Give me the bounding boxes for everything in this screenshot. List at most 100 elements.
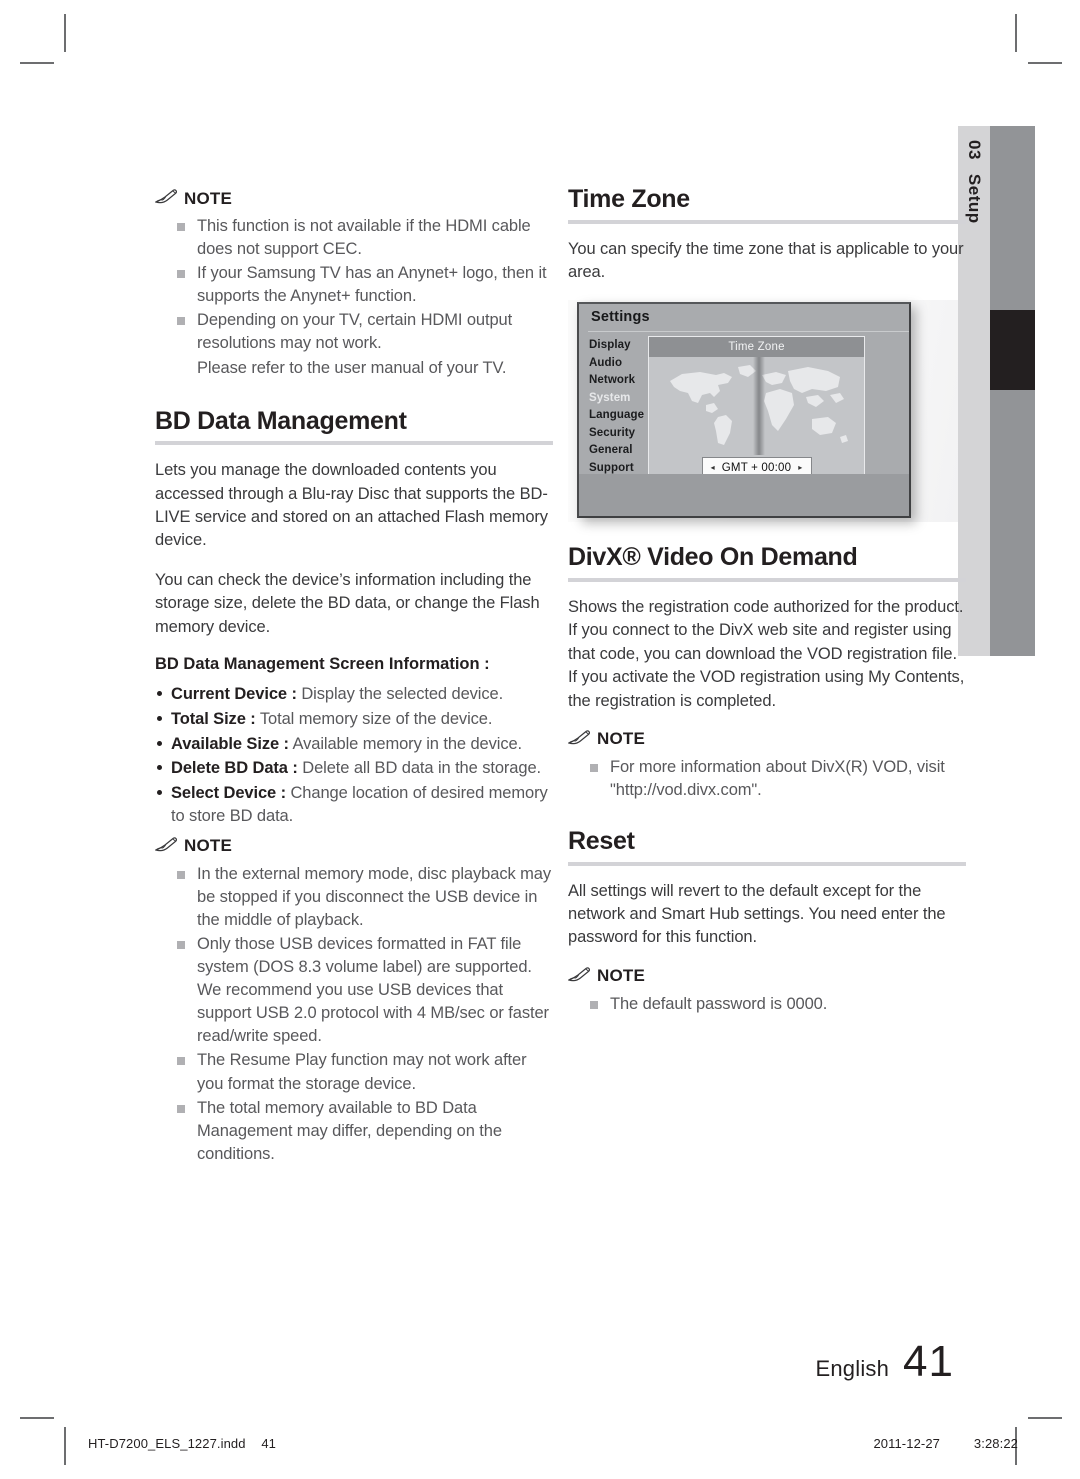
pencil-icon bbox=[567, 966, 590, 987]
list-item-term: Current Device : bbox=[171, 685, 297, 704]
page-footer-language: English 41 bbox=[815, 1337, 954, 1387]
settings-title-divider bbox=[588, 331, 909, 333]
note-item: Only those USB devices formatted in FAT … bbox=[177, 933, 553, 1048]
indd-page-number: 41 bbox=[261, 1436, 276, 1451]
page-number: 41 bbox=[903, 1337, 954, 1386]
list-item-desc: Delete all BD data in the storage. bbox=[302, 759, 542, 778]
note-label: NOTE bbox=[597, 966, 646, 986]
right-arrow-icon[interactable]: ▸ bbox=[798, 463, 802, 472]
settings-menu-item-general[interactable]: General bbox=[589, 442, 647, 460]
list-item: Total Size : Total memory size of the de… bbox=[155, 708, 553, 731]
pencil-icon bbox=[567, 729, 590, 750]
note-block-top: NOTE This function is not available if t… bbox=[154, 188, 553, 380]
note-label: NOTE bbox=[184, 188, 233, 208]
crop-mark-bottom-left-horizontal bbox=[20, 1417, 54, 1419]
prime-meridian-highlight bbox=[753, 357, 765, 456]
list-item-term: Select Device : bbox=[171, 784, 286, 803]
list-item-desc: Available memory in the device. bbox=[292, 734, 523, 753]
note-header: NOTE bbox=[567, 729, 966, 750]
crop-mark-bottom-left-vertical bbox=[64, 1427, 66, 1465]
language-label: English bbox=[815, 1356, 890, 1381]
note-list: This function is not available if the HD… bbox=[155, 215, 553, 380]
list-item-term: Total Size : bbox=[171, 709, 256, 728]
note-block-divx: NOTE For more information about DivX(R) … bbox=[567, 729, 966, 802]
settings-menu-item-audio[interactable]: Audio bbox=[589, 355, 647, 373]
note-item: For more information about DivX(R) VOD, … bbox=[590, 756, 966, 802]
time-zone-panel-title: Time Zone bbox=[649, 337, 864, 358]
settings-menu-item-security[interactable]: Security bbox=[589, 425, 647, 443]
list-item-term: Delete BD Data : bbox=[171, 759, 298, 778]
section-title-bd-data-management: BD Data Management bbox=[155, 406, 407, 435]
note-list: In the external memory mode, disc playba… bbox=[155, 863, 553, 1166]
crop-mark-top-left-vertical bbox=[64, 14, 66, 52]
note-label: NOTE bbox=[184, 836, 233, 856]
settings-screen-lower-band bbox=[579, 474, 909, 517]
note-header: NOTE bbox=[154, 836, 553, 857]
crop-mark-top-right-vertical bbox=[1015, 14, 1017, 52]
note-item: The total memory available to BD Data Ma… bbox=[177, 1097, 553, 1166]
note-item: The Resume Play function may not work af… bbox=[177, 1049, 553, 1095]
left-column: NOTE This function is not available if t… bbox=[154, 186, 553, 1180]
section-rule bbox=[155, 441, 553, 446]
list-item: Current Device : Display the selected de… bbox=[155, 683, 553, 706]
settings-screenshot: Settings Display Audio Network System La… bbox=[568, 300, 958, 523]
pencil-icon bbox=[154, 188, 177, 209]
chapter-number: 03 bbox=[965, 140, 984, 160]
settings-menu: Display Audio Network System Language Se… bbox=[589, 337, 647, 477]
paragraph: All settings will revert to the default … bbox=[568, 881, 946, 947]
crop-mark-bottom-right-horizontal bbox=[1028, 1417, 1062, 1419]
crop-mark-top-left-horizontal bbox=[20, 62, 54, 64]
section-title-reset: Reset bbox=[568, 827, 635, 856]
settings-menu-item-language[interactable]: Language bbox=[589, 407, 647, 425]
list-item: Available Size : Available memory in the… bbox=[155, 733, 553, 756]
settings-menu-item-display[interactable]: Display bbox=[589, 337, 647, 355]
note-item: In the external memory mode, disc playba… bbox=[177, 863, 553, 932]
section-rule bbox=[568, 219, 966, 224]
note-block-bottom: NOTE In the external memory mode, disc p… bbox=[154, 836, 553, 1166]
note-block-reset: NOTE The default password is 0000. bbox=[567, 966, 966, 1016]
section-rule bbox=[568, 577, 966, 582]
chapter-label: Setup bbox=[965, 173, 984, 224]
bd-info-list: Current Device : Display the selected de… bbox=[155, 683, 553, 828]
list-item: Select Device : Change location of desir… bbox=[155, 782, 553, 828]
chapter-tab-bar bbox=[990, 126, 1035, 656]
note-item: If your Samsung TV has an Anynet+ logo, … bbox=[177, 262, 553, 308]
pencil-icon bbox=[154, 836, 177, 857]
paragraph: Lets you manage the downloaded contents … bbox=[155, 461, 548, 550]
list-item-term: Available Size : bbox=[171, 734, 289, 753]
left-arrow-icon[interactable]: ◂ bbox=[711, 463, 715, 472]
settings-menu-item-network[interactable]: Network bbox=[589, 372, 647, 390]
print-footer-date: 2011-12-27 bbox=[873, 1436, 940, 1451]
paragraph: You can specify the time zone that is ap… bbox=[568, 239, 964, 281]
settings-menu-item-system[interactable]: System bbox=[589, 390, 647, 408]
note-list: For more information about DivX(R) VOD, … bbox=[568, 756, 966, 802]
sub-heading: BD Data Management Screen Information : bbox=[155, 655, 490, 674]
gmt-value: GMT + 00:00 bbox=[721, 461, 792, 474]
section-title-divx-vod: DivX® Video On Demand bbox=[568, 543, 858, 572]
section-rule bbox=[568, 861, 966, 866]
paragraph: Shows the registration code authorized f… bbox=[568, 597, 965, 710]
right-column: Time Zone You can specify the time zone … bbox=[567, 185, 966, 1030]
note-item: This function is not available if the HD… bbox=[177, 215, 553, 261]
print-footer-filename: HT-D7200_ELS_1227.indd 41 bbox=[88, 1436, 276, 1451]
list-item: Delete BD Data : Delete all BD data in t… bbox=[155, 757, 553, 780]
indd-file-name: HT-D7200_ELS_1227.indd bbox=[88, 1436, 246, 1451]
settings-screen-frame: Settings Display Audio Network System La… bbox=[577, 302, 911, 519]
list-item-desc: Display the selected device. bbox=[301, 685, 504, 704]
note-item: Depending on your TV, certain HDMI outpu… bbox=[177, 309, 553, 355]
note-label: NOTE bbox=[597, 729, 646, 749]
note-list: The default password is 0000. bbox=[568, 993, 966, 1016]
world-map bbox=[649, 357, 864, 456]
manual-page: 03 Setup NOTE This function is not avail… bbox=[0, 0, 1080, 1479]
note-item-continuation: Please refer to the user manual of your … bbox=[197, 358, 507, 377]
section-title-time-zone: Time Zone bbox=[568, 185, 690, 213]
note-item: The default password is 0000. bbox=[590, 993, 966, 1016]
note-header: NOTE bbox=[567, 966, 966, 987]
chapter-tab-marker bbox=[990, 310, 1035, 390]
crop-mark-top-right-horizontal bbox=[1028, 62, 1062, 64]
paragraph: You can check the device’s information i… bbox=[155, 570, 540, 636]
note-header: NOTE bbox=[154, 188, 553, 209]
print-footer-time: 3:28:22 bbox=[973, 1436, 1018, 1451]
list-item-desc: Total memory size of the device. bbox=[259, 709, 493, 728]
settings-screen-title: Settings bbox=[591, 309, 650, 326]
